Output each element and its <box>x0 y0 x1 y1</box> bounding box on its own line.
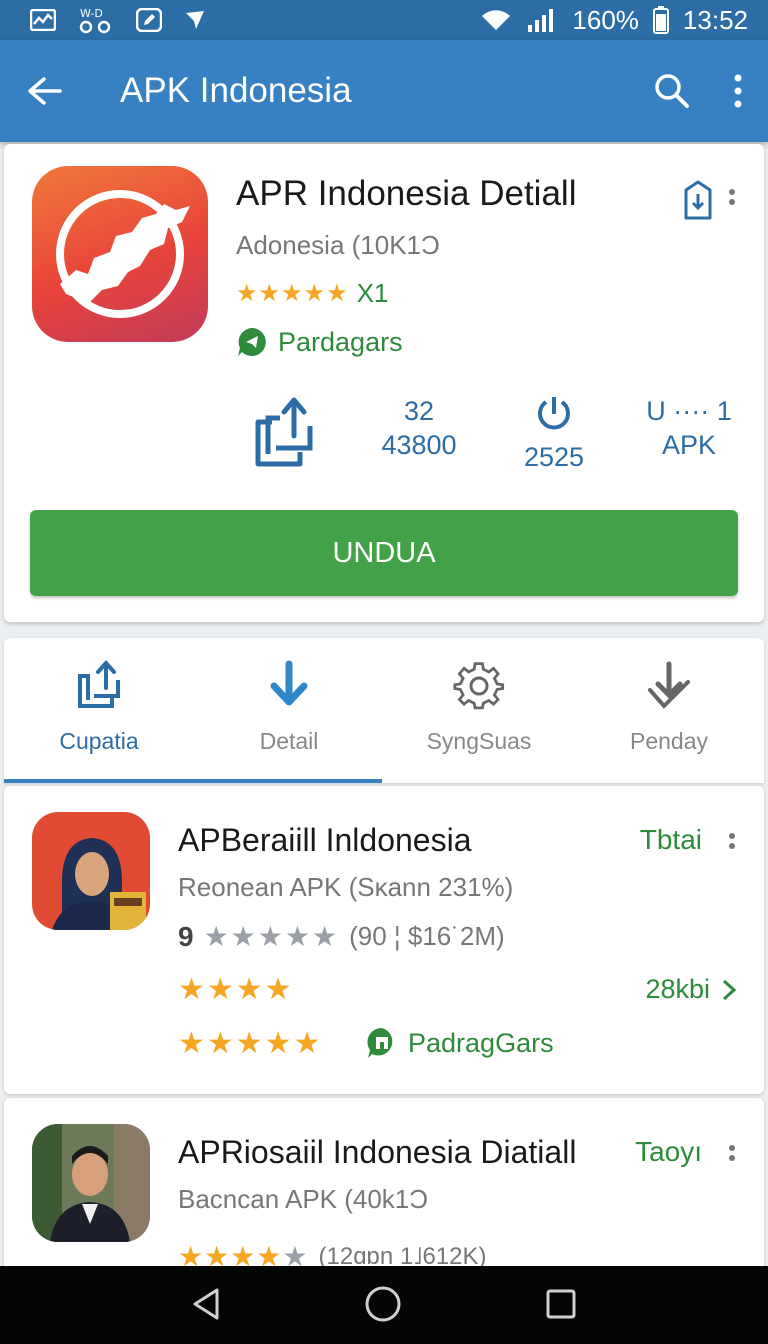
stat-downloads-top: 32 <box>403 396 435 426</box>
status-system-icons: 160% 13:52 <box>480 5 748 36</box>
stat-type-top: U ···· 1 <box>646 396 732 426</box>
developer-name: PadragGars <box>408 1027 554 1058</box>
power-icon <box>538 397 570 430</box>
gear-icon <box>453 662 505 710</box>
nav-recents-button[interactable] <box>545 1288 577 1323</box>
more-vert-icon <box>729 189 735 205</box>
download-button[interactable]: UNDUA <box>30 510 738 596</box>
app-title: APK Indonesia <box>120 71 352 110</box>
download-tray-icon <box>648 661 690 709</box>
tab-cupatia[interactable]: Cupatia <box>4 638 194 780</box>
search-icon <box>655 74 689 108</box>
item-more-button[interactable] <box>728 832 736 859</box>
item-badge: Taoyı <box>635 1136 702 1167</box>
svg-text:W-D: W-D <box>80 7 103 20</box>
rating-stars: ★★★★★ <box>236 280 349 307</box>
back-button[interactable] <box>24 75 64 107</box>
download-arrow-icon <box>270 660 308 706</box>
battery-percentage: 160% <box>572 4 639 35</box>
detail-more-button[interactable] <box>728 188 736 215</box>
stat-downloads-bottom: 43800 <box>381 430 457 460</box>
app-detail-card: APR Indonesia Detiall Adonesia (10K1Ɔ ★★… <box>4 144 764 622</box>
tab-indicator <box>4 779 382 783</box>
rating-stars: ★★★★ <box>178 973 294 1006</box>
search-button[interactable] <box>652 71 692 111</box>
detail-title: APR Indonesia Detiall <box>236 174 577 213</box>
detail-rating: ★★★★★ X1 <box>236 278 388 309</box>
rating-stars: ★★★★★ <box>178 1027 323 1060</box>
overflow-menu-button[interactable] <box>732 73 744 109</box>
more-vert-icon <box>729 833 735 849</box>
circle-home-icon <box>365 1286 401 1321</box>
activity-icon <box>30 9 56 31</box>
stat-type: U ···· 1 APK <box>634 394 744 462</box>
item-more-button[interactable] <box>728 1144 736 1171</box>
app-bar: APK Indonesia <box>0 40 768 142</box>
signal-icon <box>528 9 554 32</box>
app-icon <box>32 166 208 342</box>
tab-label: SyngSuas <box>426 728 532 754</box>
item-badge: Tbtai <box>639 824 702 855</box>
stat-downloads: 32 43800 <box>369 394 469 462</box>
item-rating: 9 ★★★★★ (90 ¦ $16˙2M) <box>178 920 505 953</box>
item-title: APRiosaiil Indonesia Diatiall <box>178 1134 577 1170</box>
tab-penday[interactable]: Penday <box>574 638 764 780</box>
item-size-link[interactable]: 28kbi <box>645 974 736 1005</box>
nav-back-button[interactable] <box>191 1287 221 1324</box>
item-rating-number: 9 <box>178 920 194 952</box>
app-thumbnail <box>32 812 150 930</box>
share-action[interactable] <box>254 396 316 476</box>
tab-label: Detail <box>259 728 319 754</box>
share-icon <box>255 397 313 467</box>
rating-value: X1 <box>356 278 389 308</box>
tab-settings[interactable]: SyngSuas <box>384 638 574 780</box>
detail-subtitle: Adonesia (10K1Ɔ <box>236 230 440 260</box>
item-title: APBeraiill Inldonesia <box>178 822 472 858</box>
stats-row: 32 43800 2525 U ···· 1 APK <box>254 394 744 472</box>
developer-link[interactable]: PadragGars <box>366 1026 554 1060</box>
tab-label: Penday <box>629 728 708 754</box>
store-icon <box>367 1027 393 1058</box>
indonesia-map-icon <box>56 190 190 318</box>
save-button[interactable] <box>682 180 714 223</box>
battery-icon <box>652 6 669 34</box>
clock: 13:52 <box>682 4 748 35</box>
chat-bubble-icon <box>238 328 266 356</box>
system-nav-bar <box>0 1266 768 1344</box>
stat-power-bottom: 2525 <box>523 442 585 472</box>
app-bar-actions <box>652 71 744 111</box>
item-subtitle: Bacncan APK (40k1Ɔ <box>178 1184 429 1214</box>
person-portrait-thumbnail <box>32 1124 150 1242</box>
stat-type-bottom: APK <box>661 430 717 460</box>
nav-home-button[interactable] <box>364 1285 402 1326</box>
status-notification-icons: W-D <box>30 6 206 34</box>
status-bar: W-D 160% 13:52 <box>0 0 768 40</box>
wifi-direct-icon: W-D <box>79 7 111 34</box>
bookmark-download-icon <box>684 180 712 220</box>
more-vert-icon <box>729 1145 735 1161</box>
tab-bar: Cupatia Detail SyngSuas Penday <box>4 638 764 783</box>
person-hijab-thumbnail <box>32 812 150 930</box>
tab-label: Cupatia <box>59 728 139 754</box>
chevron-right-icon <box>722 979 736 1000</box>
rating-stars: ★★★★★ <box>203 921 340 952</box>
tab-detail[interactable]: Detail <box>194 638 384 780</box>
developer-link[interactable]: Pardagars <box>236 326 403 358</box>
edit-icon <box>136 8 162 32</box>
more-vert-icon <box>734 74 742 108</box>
app-thumbnail <box>32 1124 150 1242</box>
item-subtitle: Reonean APK (Sĸann 231%) <box>178 872 514 902</box>
share-icon <box>78 660 120 708</box>
item-rating-meta: (90 ¦ $16˙2M) <box>349 921 505 951</box>
triangle-back-icon <box>193 1288 219 1319</box>
developer-name: Pardagars <box>278 326 403 357</box>
square-recents-icon <box>546 1289 576 1318</box>
stat-power: 2525 <box>504 394 604 474</box>
arrow-left-icon <box>28 77 62 105</box>
item-size: 28kbi <box>645 974 710 1004</box>
wifi-icon <box>482 10 511 30</box>
location-icon <box>186 11 204 29</box>
list-item[interactable]: APBeraiill Inldonesia Tbtai Reonean APK … <box>4 786 764 1094</box>
